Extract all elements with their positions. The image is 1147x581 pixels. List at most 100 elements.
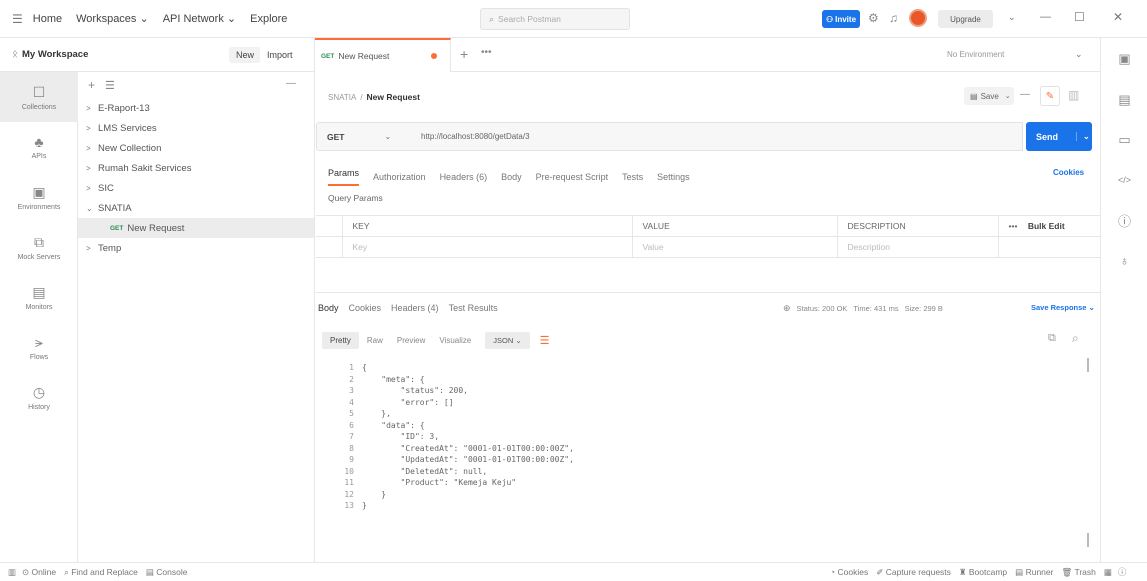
docs-toggle-icon[interactable]: ▥ [1068,88,1079,102]
description-input[interactable]: Description [836,236,999,258]
documentation-icon[interactable]: ▤ [1101,80,1147,120]
format-select[interactable]: JSON ⌄ [485,331,530,349]
tab-pre-request-script[interactable]: Pre-request Script [536,172,609,182]
environment-select[interactable]: No Environment [947,50,1004,59]
related-icon[interactable]: ♁ [1101,240,1147,280]
rail-monitors[interactable]: ▤ Monitors [0,272,78,322]
value-input[interactable]: Value [631,236,838,258]
save-button[interactable]: ▤ Save ⌄ [964,87,1014,105]
scrollbar-top[interactable] [1087,358,1089,372]
new-button[interactable]: New [229,47,262,63]
search-box[interactable]: ⌕ Search Postman [480,8,630,30]
globe-icon[interactable]: ⊕ [783,303,791,314]
bulk-edit-button[interactable]: Bulk Edit [1028,221,1065,231]
nav-home[interactable]: Home [33,13,62,25]
console-button[interactable]: ▤ Console [146,567,188,578]
tree-item[interactable]: > LMS Services [78,118,314,138]
runner-button[interactable]: ▤ Runner [1015,567,1053,578]
tree-item-selected[interactable]: GET New Request [78,218,314,238]
upgrade-button[interactable]: Upgrade [938,10,993,28]
tab-authorization[interactable]: Authorization [373,172,426,182]
more-icon[interactable]: — [286,78,296,89]
environment-quicklook-icon[interactable]: ▣ [1101,38,1147,80]
tree-item[interactable]: > New Collection [78,138,314,158]
bootcamp-button[interactable]: ♜ Bootcamp [959,567,1007,578]
response-status[interactable]: Status: 200 OK [797,304,848,313]
params-more-icon[interactable]: ••• [1009,221,1018,231]
response-tab-cookies[interactable]: Cookies [349,303,382,313]
layout-icon[interactable]: ▦ [1104,567,1112,578]
send-button[interactable]: Send ⌄ [1026,122,1092,151]
wrap-lines-icon[interactable]: ☰ [540,334,550,347]
nav-explore[interactable]: Explore [250,13,287,25]
tree-item[interactable]: > SIC [78,178,314,198]
notifications-icon[interactable]: ♫ [889,11,898,25]
scrollbar-bottom[interactable] [1087,533,1089,547]
info-icon[interactable]: ⓘ [1101,200,1147,240]
code-icon[interactable]: </> [1101,160,1147,200]
tab-options-icon[interactable]: ••• [481,47,492,58]
find-replace-button[interactable]: ⌕ Find and Replace [64,567,138,578]
tree-item[interactable]: > E-Raport-13 [78,98,314,118]
upgrade-dropdown-icon[interactable]: ⌄ [1008,12,1016,23]
method-select[interactable]: GET ⌄ [316,122,412,151]
online-status[interactable]: ⊙ Online [22,567,56,578]
rail-history[interactable]: ◷ History [0,372,78,422]
copy-icon[interactable]: ⧉ [1048,332,1056,345]
menu-icon[interactable]: ☰ [12,12,23,26]
request-more-icon[interactable]: — [1020,89,1030,100]
tab-body[interactable]: Body [501,172,522,182]
response-tab-headers[interactable]: Headers (4) [391,303,439,313]
rail-mock-servers[interactable]: ⧉ Mock Servers [0,222,78,272]
close-icon[interactable]: ✕ [1113,10,1123,24]
add-collection-icon[interactable]: + [88,78,95,92]
edit-icon[interactable]: ✎ [1040,86,1060,106]
tab-settings[interactable]: Settings [657,172,690,182]
response-tab-body[interactable]: Body [318,303,339,313]
response-body[interactable]: { "meta": { "status": 200, "error": [] }… [362,362,762,512]
key-input[interactable]: Key [341,236,633,258]
response-tab-test-results[interactable]: Test Results [449,303,498,313]
view-raw[interactable]: Raw [367,336,383,345]
import-button[interactable]: Import [260,47,300,63]
rail-environments[interactable]: ▣ Environments [0,172,78,222]
save-response-button[interactable]: Save Response ⌄ [1031,303,1095,312]
maximize-icon[interactable]: ☐ [1074,10,1085,24]
help-icon[interactable]: ⓘ [1118,566,1127,578]
rail-apis[interactable]: ♣ APIs [0,122,78,172]
view-pretty[interactable]: Pretty [322,331,359,349]
tree-item[interactable]: > Rumah Sakit Services [78,158,314,178]
breadcrumb-parent[interactable]: SNATIA [328,93,356,102]
minimize-icon[interactable]: — [1040,11,1051,23]
pane-divider[interactable] [316,292,1100,293]
view-preview[interactable]: Preview [397,336,425,345]
cookies-button[interactable]: ◔ Cookies [830,567,868,577]
rail-flows[interactable]: ⪫ Flows [0,322,78,372]
nav-api-network[interactable]: API Network ⌄ [163,12,236,25]
tab-params[interactable]: Params [328,168,360,186]
avatar[interactable] [909,9,927,27]
request-name[interactable]: New Request [367,92,420,102]
response-size[interactable]: Size: 299 B [905,304,943,313]
search-response-icon[interactable]: ⌕ [1072,331,1079,346]
environment-chevron-icon[interactable]: ⌄ [1075,49,1083,60]
workspace-name[interactable]: My Workspace [22,49,88,60]
filter-icon[interactable]: ☰ [105,79,115,92]
tab-headers[interactable]: Headers (6) [440,172,488,182]
settings-icon[interactable]: ⚙ [868,11,879,25]
invite-button[interactable]: ⚇ Invite [822,10,860,28]
cookies-link[interactable]: Cookies [1053,168,1084,177]
tree-item[interactable]: ⌄ SNATIA [78,198,314,218]
tab-tests[interactable]: Tests [622,172,643,182]
response-time[interactable]: Time: 431 ms [853,304,898,313]
trash-button[interactable]: 🗑 Trash [1061,567,1095,578]
tree-item[interactable]: > Temp [78,238,314,258]
request-tab[interactable]: GET New Request [315,38,451,72]
url-input[interactable]: http://localhost:8080/getData/3 [411,122,1023,151]
capture-requests-button[interactable]: ✐ Capture requests [876,567,951,578]
new-tab-icon[interactable]: + [460,46,468,62]
rail-collections[interactable]: ☐ Collections [0,72,78,122]
view-visualize[interactable]: Visualize [439,336,471,345]
sidebar-toggle-icon[interactable]: ▥ [8,567,16,578]
comments-icon[interactable]: ▭ [1101,120,1147,160]
